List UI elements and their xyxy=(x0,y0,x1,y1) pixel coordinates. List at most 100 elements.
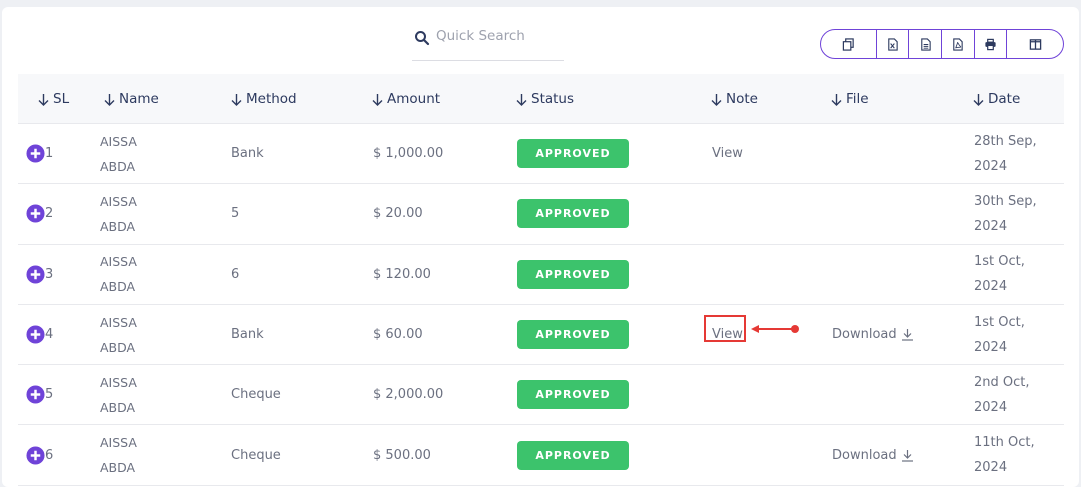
sl-number: 3 xyxy=(45,266,54,282)
status-cell: APPROVED xyxy=(517,305,629,364)
sl-cell: 5 xyxy=(26,365,53,424)
column-header-sl[interactable]: SL xyxy=(38,74,69,124)
table-body: 1 AISSA ABDA Bank $ 1,000.00 APPROVED View 2… xyxy=(18,124,1064,486)
status-cell: APPROVED xyxy=(517,425,629,484)
column-header-name[interactable]: Name xyxy=(104,74,159,124)
date-line-2: 2024 xyxy=(974,460,1008,476)
file-cell: Download xyxy=(832,425,914,484)
name-first: AISSA xyxy=(100,254,137,270)
status-badge: APPROVED xyxy=(517,139,629,169)
name-first: AISSA xyxy=(100,314,137,330)
method-value: 6 xyxy=(231,266,240,282)
status-badge: APPROVED xyxy=(517,199,629,229)
sl-number: 1 xyxy=(45,146,54,162)
method-value: Bank xyxy=(231,327,264,343)
search-icon xyxy=(415,31,430,46)
note-cell: View xyxy=(712,124,743,183)
column-header-label: SL xyxy=(53,91,70,107)
date-cell: 1st Oct, 2024 xyxy=(974,245,1025,304)
file-download-link[interactable]: Download xyxy=(832,327,914,342)
pdf-button[interactable] xyxy=(942,30,975,58)
print-button[interactable] xyxy=(975,30,1008,58)
name-cell: AISSA ABDA xyxy=(100,245,137,304)
expand-plus-icon[interactable] xyxy=(26,265,45,284)
sl-number: 2 xyxy=(45,206,54,222)
expand-plus-icon[interactable] xyxy=(26,385,45,404)
status-badge: APPROVED xyxy=(517,380,629,410)
status-cell: APPROVED xyxy=(517,184,629,243)
method-cell: 5 xyxy=(231,184,239,243)
annotation-arrow xyxy=(751,325,799,333)
name-last: ABDA xyxy=(100,339,136,355)
amount-value: $ 60.00 xyxy=(373,327,423,343)
sl-cell: 4 xyxy=(26,305,53,364)
amount-cell: $ 120.00 xyxy=(373,245,431,304)
sl-cell: 3 xyxy=(26,245,53,304)
columns-button[interactable] xyxy=(1007,30,1063,58)
column-header-status[interactable]: Status xyxy=(516,74,574,124)
export-button-group xyxy=(820,29,1064,59)
csv-button[interactable] xyxy=(909,30,943,58)
name-first: AISSA xyxy=(100,193,137,209)
amount-value: $ 1,000.00 xyxy=(373,146,444,162)
amount-value: $ 120.00 xyxy=(373,266,431,282)
status-badge: APPROVED xyxy=(517,320,629,350)
transactions-table: SL Name Method Amount Status Note File Date 1 A… xyxy=(18,74,1064,486)
column-header-date[interactable]: Date xyxy=(973,74,1020,124)
note-view-link[interactable]: View xyxy=(712,146,743,161)
amount-cell: $ 2,000.00 xyxy=(373,365,443,424)
column-header-amount[interactable]: Amount xyxy=(372,74,440,124)
file-download-link[interactable]: Download xyxy=(832,448,914,463)
annotation-highlight-box xyxy=(704,315,746,342)
column-header-file[interactable]: File xyxy=(831,74,869,124)
status-cell: APPROVED xyxy=(517,245,629,304)
sort-arrow-icon xyxy=(372,93,383,106)
date-cell: 28th Sep, 2024 xyxy=(974,124,1037,183)
name-last: ABDA xyxy=(100,460,136,476)
date-line-1: 11th Oct, xyxy=(974,435,1035,451)
search-input[interactable] xyxy=(436,28,561,44)
column-header-note[interactable]: Note xyxy=(711,74,758,124)
date-line-2: 2024 xyxy=(974,218,1008,234)
date-cell: 11th Oct, 2024 xyxy=(974,425,1035,484)
amount-value: $ 20.00 xyxy=(373,206,423,222)
column-header-label: Amount xyxy=(387,91,441,107)
copy-button[interactable] xyxy=(821,30,877,58)
expand-plus-icon[interactable] xyxy=(26,446,45,465)
date-line-1: 28th Sep, xyxy=(974,133,1037,149)
amount-cell: $ 60.00 xyxy=(373,305,423,364)
column-header-label: Method xyxy=(246,91,297,107)
copy-icon xyxy=(842,37,854,51)
amount-cell: $ 1,000.00 xyxy=(373,124,443,183)
status-badge: APPROVED xyxy=(517,259,629,289)
date-line-1: 1st Oct, xyxy=(974,314,1025,330)
download-icon xyxy=(901,449,913,462)
sort-arrow-icon xyxy=(973,93,984,106)
expand-plus-icon[interactable] xyxy=(26,325,45,344)
column-header-label: Status xyxy=(531,91,575,107)
name-last: ABDA xyxy=(100,399,136,415)
column-header-method[interactable]: Method xyxy=(231,74,297,124)
status-cell: APPROVED xyxy=(517,124,629,183)
method-cell: Cheque xyxy=(231,365,281,424)
table-row: 1 AISSA ABDA Bank $ 1,000.00 APPROVED View 2… xyxy=(18,124,1064,185)
expand-plus-icon[interactable] xyxy=(26,204,45,223)
sl-cell: 2 xyxy=(26,184,53,243)
method-cell: 6 xyxy=(231,245,239,304)
columns-icon xyxy=(1029,38,1042,50)
sort-arrow-icon xyxy=(711,93,722,106)
table-header: SL Name Method Amount Status Note File Date xyxy=(18,74,1064,124)
date-line-1: 30th Sep, xyxy=(974,193,1037,209)
expand-plus-icon[interactable] xyxy=(26,144,45,163)
amount-cell: $ 20.00 xyxy=(373,184,423,243)
print-icon xyxy=(985,38,996,50)
name-cell: AISSA ABDA xyxy=(100,305,137,364)
download-label: Download xyxy=(832,447,897,463)
table-row: 4 AISSA ABDA Bank $ 60.00 APPROVED View Downl… xyxy=(18,305,1064,366)
excel-button[interactable] xyxy=(877,30,910,58)
pdf-icon xyxy=(953,37,964,51)
date-line-1: 2nd Oct, xyxy=(974,374,1030,390)
sort-arrow-icon xyxy=(831,93,842,106)
sl-number: 4 xyxy=(45,327,54,343)
status-badge: APPROVED xyxy=(517,440,629,470)
